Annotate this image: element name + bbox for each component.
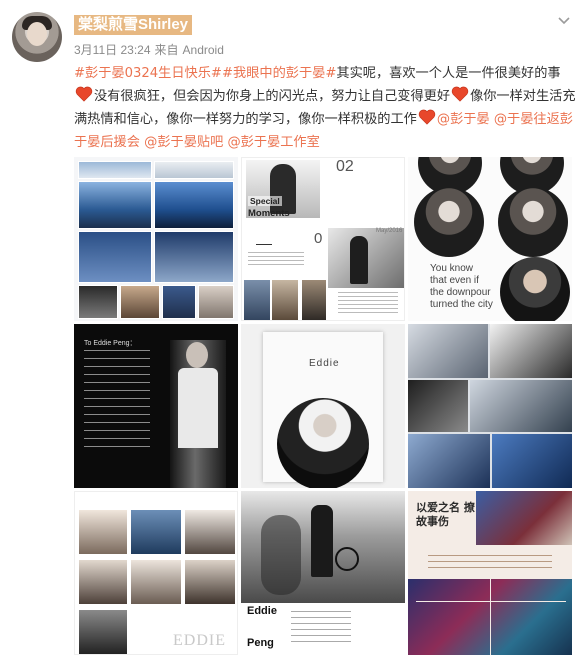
image-tile [154,161,234,179]
post-image-1[interactable] [74,157,238,321]
photo-block [476,491,572,545]
post-image-7[interactable]: EDDIE [74,491,238,655]
eddie-name-2: Peng [247,637,274,649]
post-image-2[interactable]: 02 Special Moments 0 May/2016 [241,157,405,321]
circle-photo [414,187,484,257]
figure-shape [270,164,296,214]
quote-line-2: that even if [430,275,479,286]
hashtag-in-my-eyes[interactable]: #我眼中的彭于晏# [222,66,336,81]
text-lines [291,611,351,647]
text-segment-1: 其实呢，喜欢一个人是一件很美好的事 [336,66,561,81]
circle-photo [500,257,570,321]
post-time[interactable]: 3月11日 23:24 [74,43,151,57]
photo-block [490,324,572,378]
eddie-label: Eddie [309,358,340,369]
date-label: May/2016 [376,228,403,234]
photo-block [408,380,468,432]
post-image-9[interactable]: 以爱之名 撩故事伤 [408,491,572,655]
image-tile [198,285,234,319]
photo-block [79,610,127,654]
post-image-6[interactable] [408,324,572,488]
quote-line-3: the downpour [430,287,491,298]
poster-title: 以爱之名 撩故事伤 [416,501,475,528]
post-meta: 3月11日 23:24 来自 Android [74,41,228,58]
post-image-5[interactable]: Eddie [241,324,405,488]
image-tile [154,231,234,283]
photo-divider [490,579,491,655]
avatar-face [27,22,47,46]
photo-block [272,280,298,320]
photo-block [470,380,572,432]
weibo-post: 棠梨煎雪Shirley 3月11日 23:24 来自 Android #彭于晏032… [0,0,586,666]
photo-block [302,280,326,320]
blur-figure [261,515,301,595]
figure-shirt [178,368,218,448]
user-avatar[interactable] [12,12,62,62]
bicycle-wheel [335,547,359,571]
figure-shape [311,505,333,577]
quote-line-4: turned the city [430,299,493,310]
image-tile [154,181,234,229]
quote-line-1: You know [430,263,473,274]
post-image-3[interactable]: You know that even if the downpour turne… [408,157,572,321]
text-lines [428,555,552,573]
page-number-2: 0 [314,230,323,247]
page-number: 02 [336,158,354,175]
mention-studio[interactable]: @彭于晏工作室 [227,135,319,150]
figure-head [186,342,208,368]
circle-photo [277,398,369,488]
source-prefix: 来自 [154,43,179,57]
photo-block [131,510,181,554]
photo-block [492,434,572,488]
divider [256,244,272,245]
eddie-name-1: Eddie [247,605,277,617]
hashtag-birthday[interactable]: #彭于晏0324生日快乐# [74,66,222,81]
photo-block [408,324,488,378]
image-tile [78,161,152,179]
image-tile [78,285,118,319]
photo-block [244,280,270,320]
moments-title: Moments [248,208,290,219]
post-image-4[interactable]: To Eddie Peng： [74,324,238,488]
image-tile [120,285,160,319]
mention-tieba[interactable]: @彭于晏贴吧 [144,135,223,150]
photo-block [79,510,127,554]
mention-pengyuyan[interactable]: @彭于晏 [437,112,490,127]
post-text: #彭于晏0324生日快乐##我眼中的彭于晏#其实呢，喜欢一个人是一件很美好的事没… [74,62,576,154]
heart-icon [75,86,93,102]
text-lines [248,252,304,266]
photo-divider [416,601,566,602]
text-lines [338,292,398,314]
letter-heading: To Eddie Peng： [84,340,137,347]
image-tile [162,285,196,319]
circle-photo [498,187,568,257]
image-grid: 02 Special Moments 0 May/2016 You know t… [74,157,572,663]
heart-icon [451,86,469,102]
special-title: Special [248,196,282,206]
letter-lines [84,350,150,450]
photo-block [131,560,181,604]
text-segment-2: 没有很疯狂，但会因为你身上的闪光点，努力让自己变得更好 [94,89,451,104]
photo-block [185,510,235,554]
username[interactable]: 棠梨煎雪Shirley [74,15,193,35]
photo-block [185,560,235,604]
heart-icon [418,109,436,125]
image-tile [78,231,152,283]
post-source[interactable]: Android [183,43,224,57]
chevron-down-icon[interactable] [556,14,572,30]
post-image-8[interactable]: Eddie Peng [241,491,405,655]
eddie-caption: EDDIE [173,632,226,649]
image-tile [78,181,152,229]
photo-block [408,434,490,488]
figure-shape [350,236,368,284]
photo-block [79,560,127,604]
